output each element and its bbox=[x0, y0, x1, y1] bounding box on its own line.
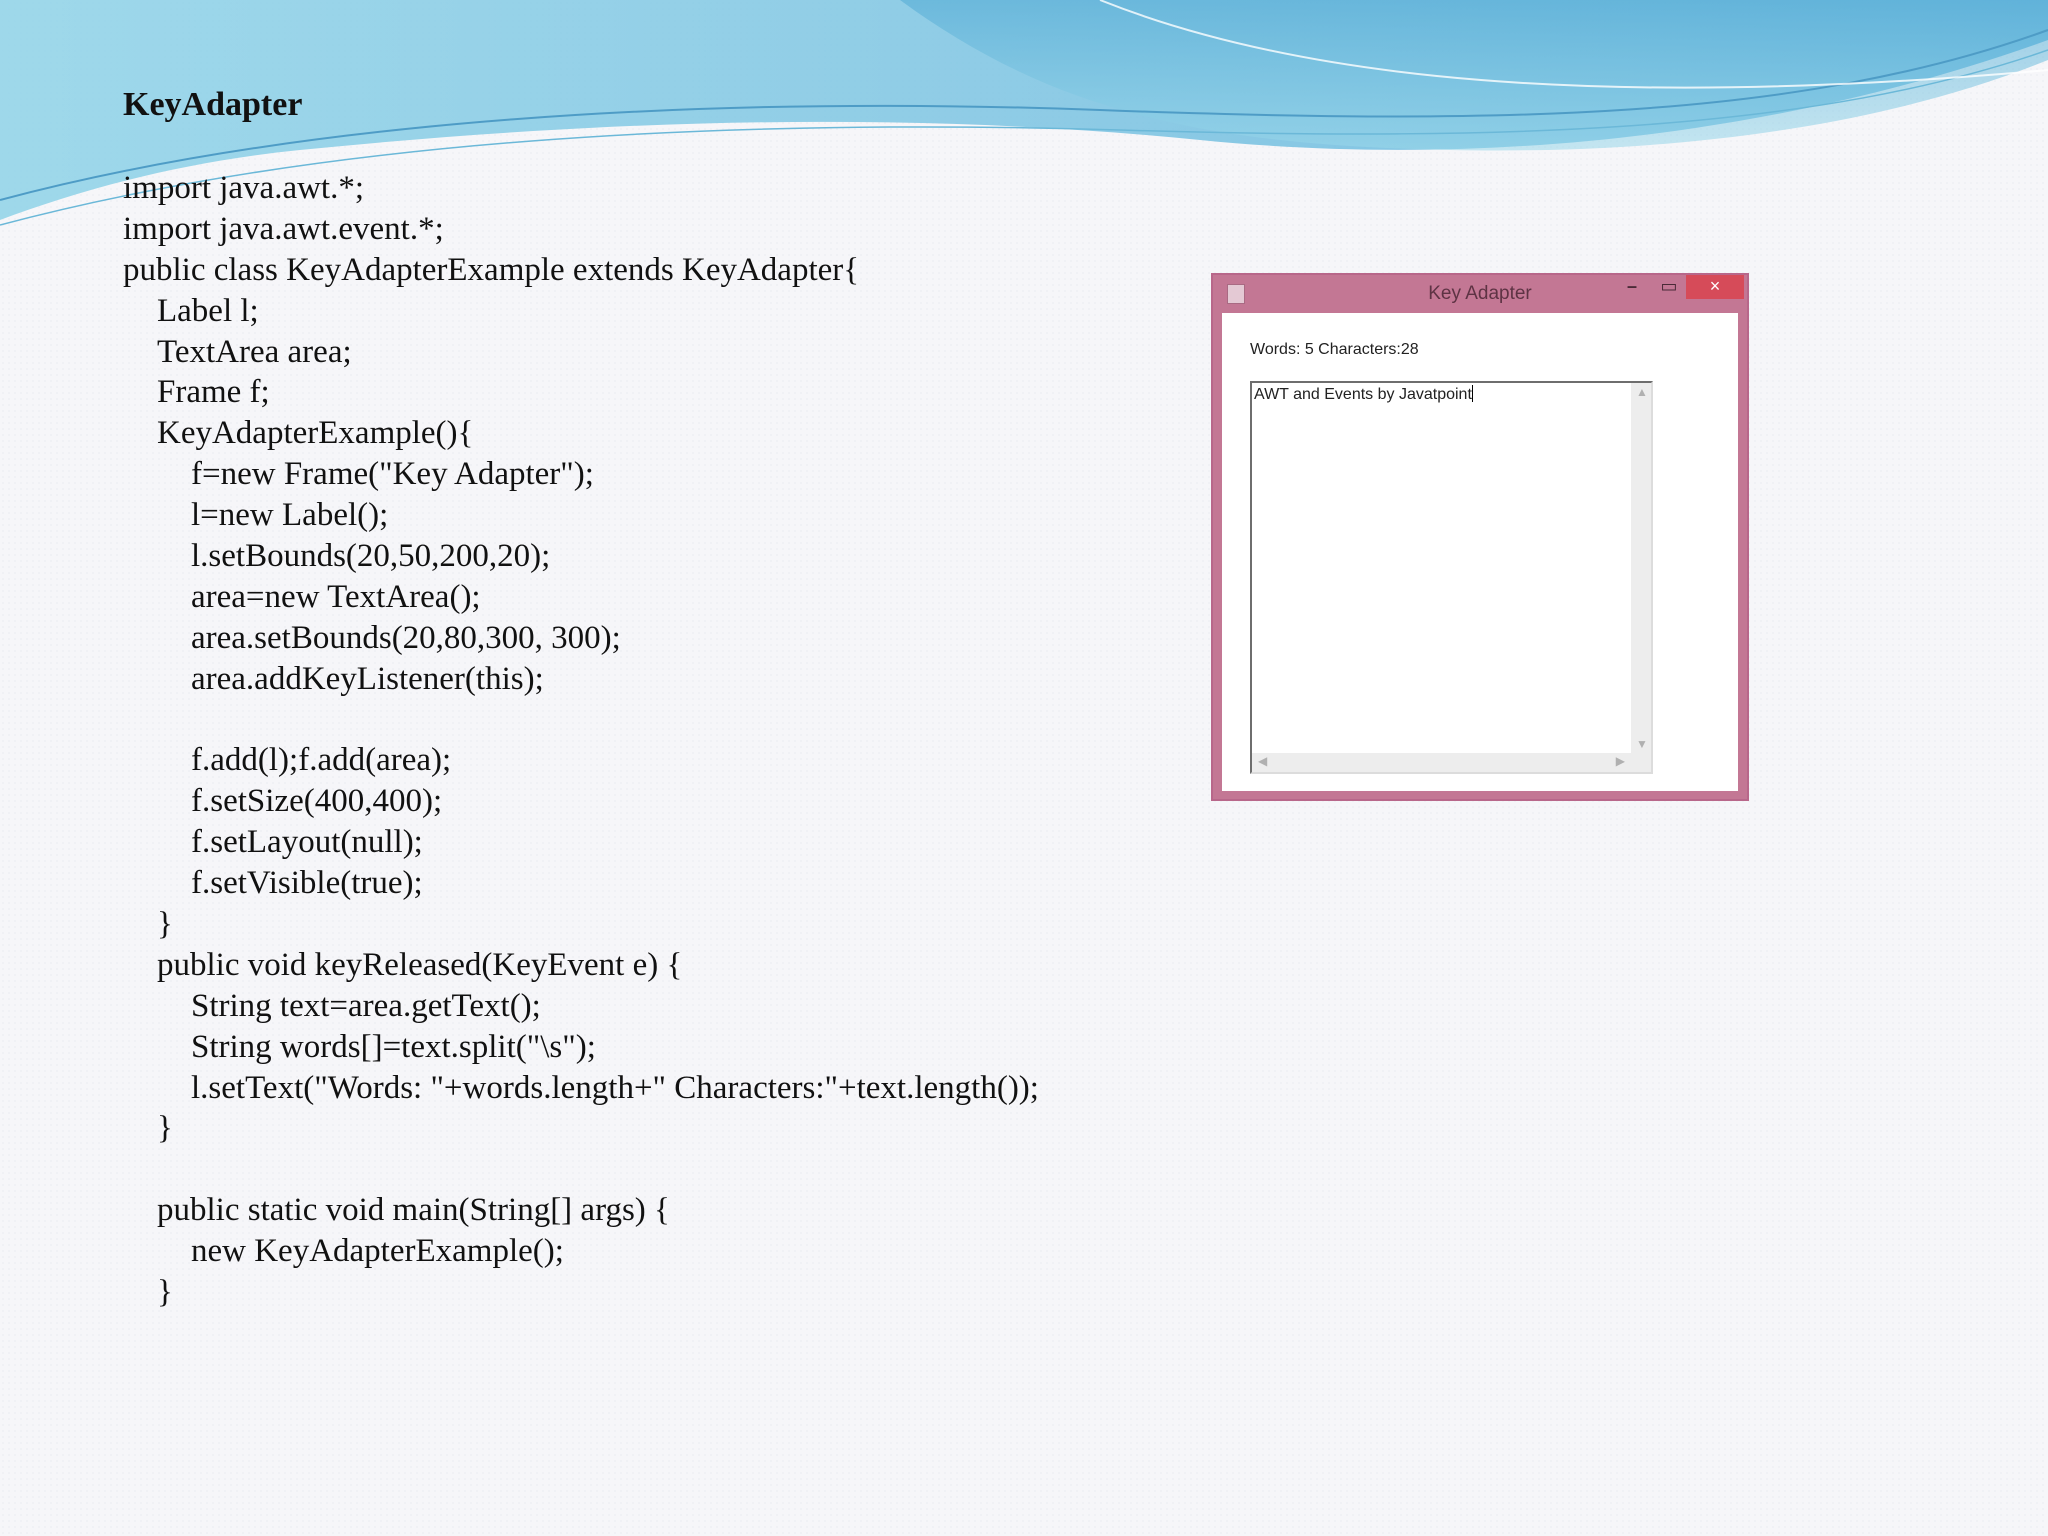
code-line: area=new TextArea(); bbox=[191, 578, 481, 615]
horizontal-scrollbar[interactable]: ◀ ▶ bbox=[1252, 753, 1631, 772]
text-area-value[interactable]: AWT and Events by Javatpoint bbox=[1254, 385, 1473, 404]
minimize-icon[interactable]: – bbox=[1616, 275, 1648, 299]
code-line: } bbox=[157, 1110, 173, 1147]
code-line: Label l; bbox=[157, 292, 259, 329]
scroll-right-icon[interactable]: ▶ bbox=[1616, 754, 1625, 768]
code-line: f.setLayout(null); bbox=[191, 824, 423, 861]
scroll-up-icon[interactable]: ▲ bbox=[1636, 385, 1648, 399]
code-line: } bbox=[157, 906, 173, 943]
code-line: public void keyReleased(KeyEvent e) { bbox=[157, 946, 683, 983]
window-titlebar[interactable]: Key Adapter – ▭ × bbox=[1213, 275, 1747, 313]
code-line: area.setBounds(20,80,300, 300); bbox=[191, 619, 621, 656]
window-client-area: Words: 5 Characters:28 AWT and Events by… bbox=[1222, 313, 1738, 791]
code-line: } bbox=[157, 1274, 173, 1311]
scroll-left-icon[interactable]: ◀ bbox=[1258, 754, 1267, 768]
slide-title: KeyAdapter bbox=[123, 86, 303, 123]
code-listing: import java.awt.*; import java.awt.event.… bbox=[123, 168, 1039, 1313]
code-line: f.add(l);f.add(area); bbox=[191, 742, 452, 779]
code-line: new KeyAdapterExample(); bbox=[191, 1233, 564, 1270]
close-icon[interactable]: × bbox=[1686, 275, 1744, 299]
code-line: TextArea area; bbox=[157, 333, 352, 370]
code-line: KeyAdapterExample(){ bbox=[157, 415, 474, 452]
code-line: String words[]=text.split("\s"); bbox=[191, 1028, 596, 1065]
maximize-icon[interactable]: ▭ bbox=[1653, 275, 1685, 299]
code-line: f=new Frame("Key Adapter"); bbox=[191, 456, 594, 493]
code-line: import java.awt.*; bbox=[123, 170, 365, 206]
scroll-down-icon[interactable]: ▼ bbox=[1636, 737, 1648, 751]
text-caret bbox=[1471, 385, 1473, 402]
vertical-scrollbar[interactable]: ▲ ▼ bbox=[1631, 383, 1651, 753]
code-line: Frame f; bbox=[157, 374, 270, 411]
code-line: f.setVisible(true); bbox=[191, 865, 423, 902]
code-line: area.addKeyListener(this); bbox=[191, 660, 544, 697]
code-line: String text=area.getText(); bbox=[191, 987, 541, 1024]
code-line: f.setSize(400,400); bbox=[191, 783, 443, 820]
scrollbar-corner bbox=[1631, 753, 1651, 772]
key-adapter-window[interactable]: Key Adapter – ▭ × Words: 5 Characters:28… bbox=[1211, 273, 1749, 801]
code-line: l=new Label(); bbox=[191, 497, 389, 534]
code-line: import java.awt.event.*; bbox=[123, 210, 444, 247]
code-line: l.setBounds(20,50,200,20); bbox=[191, 538, 551, 575]
code-line: l.setText("Words: "+words.length+" Chara… bbox=[191, 1069, 1039, 1106]
word-count-label: Words: 5 Characters:28 bbox=[1250, 341, 1419, 358]
text-area[interactable]: AWT and Events by Javatpoint ▲ ▼ ◀ ▶ bbox=[1250, 381, 1653, 774]
code-line: public class KeyAdapterExample extends K… bbox=[123, 251, 860, 288]
code-line: public static void main(String[] args) { bbox=[157, 1192, 670, 1229]
